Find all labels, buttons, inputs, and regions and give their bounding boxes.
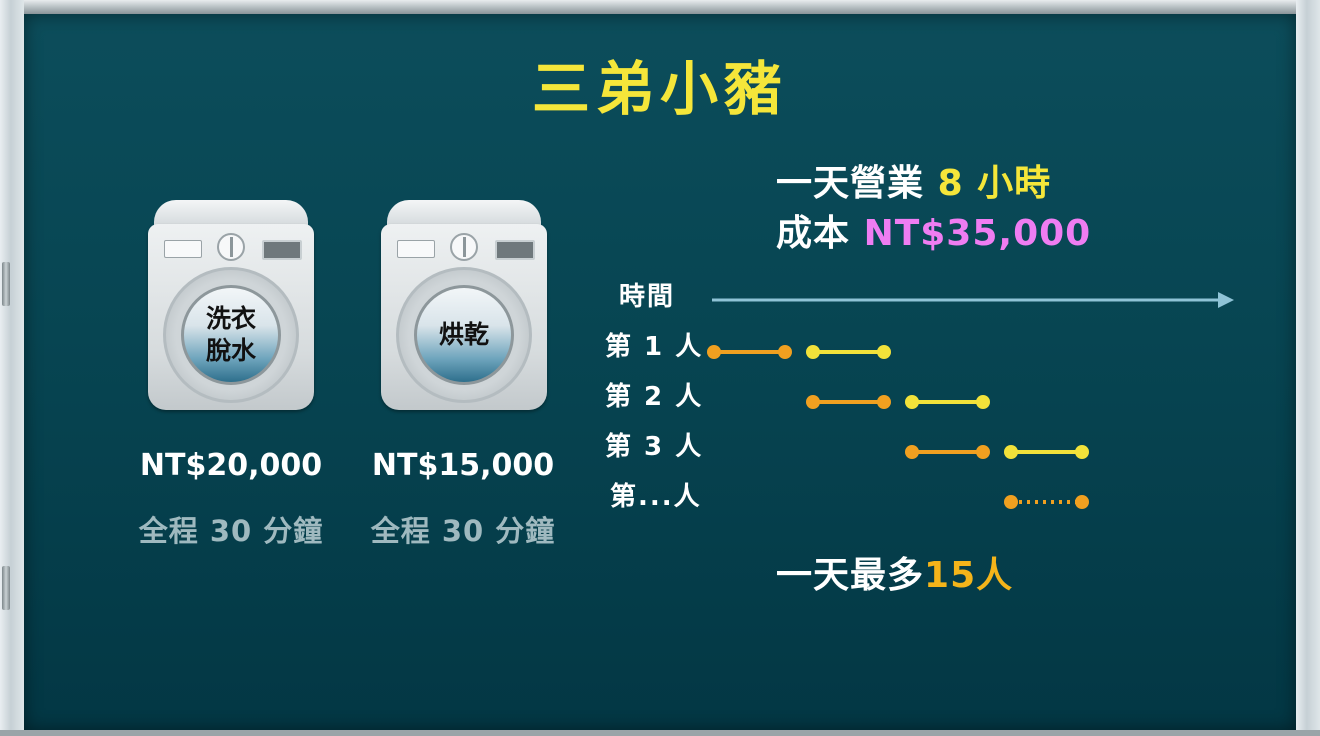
wash-segment-start-dot [905,445,919,459]
ellipsis-segment-start-dot [1004,495,1018,509]
summary-value: 15人 [924,555,1014,596]
summary-prefix: 一天最多 [776,555,925,596]
wash-segment-end-dot [877,395,891,409]
wash-segment-start-dot [806,395,820,409]
dry-segment-end-dot [976,395,990,409]
dry-segment-start-dot [905,395,919,409]
ellipsis-segment-end-dot [1075,495,1089,509]
time-axis-arrow-icon [1218,292,1234,308]
wash-segment-end-dot [976,445,990,459]
dry-segment-start-dot [806,345,820,359]
dry-segment-end-dot [877,345,891,359]
wash-segment-end-dot [778,345,792,359]
timeline-diagram [707,292,1234,509]
dry-segment-end-dot [1075,445,1089,459]
daily-capacity: 一天最多15人 [776,546,1013,598]
dry-segment-start-dot [1004,445,1018,459]
wash-segment-start-dot [707,345,721,359]
